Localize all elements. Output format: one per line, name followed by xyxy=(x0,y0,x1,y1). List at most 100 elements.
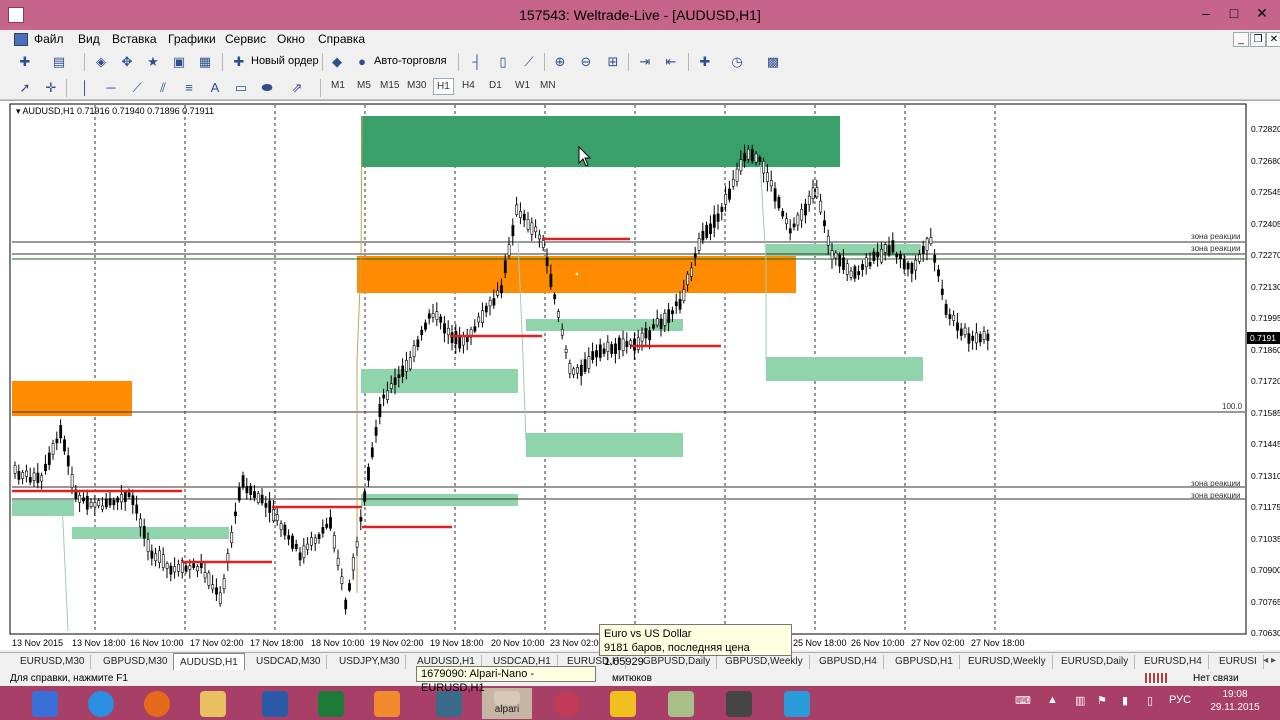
chart-tab[interactable]: AUDUSD,H1 xyxy=(173,653,245,670)
network-icon[interactable]: ▥ xyxy=(1075,694,1085,707)
keyboard-icon[interactable]: ⌨ xyxy=(1015,694,1031,707)
candle-body xyxy=(112,499,116,506)
zoom-out-icon[interactable]: ⊖ xyxy=(577,53,595,71)
taskbar-firefox[interactable] xyxy=(132,688,182,719)
trendline-icon[interactable]: ⟋ xyxy=(128,79,146,97)
timeframe-h1[interactable]: H1 xyxy=(433,78,454,95)
candle-body xyxy=(921,245,925,254)
auto-scroll-icon[interactable]: ⇤ xyxy=(662,53,680,71)
chart-tab[interactable]: GBPUSD,H1 xyxy=(889,655,960,669)
indicators-icon[interactable]: ✚ xyxy=(696,53,714,71)
tab-scroll-arrows-icon[interactable]: ◂ ▸ xyxy=(1263,655,1276,666)
menu-window[interactable]: Окно xyxy=(277,32,305,46)
timeframe-h4[interactable]: H4 xyxy=(462,80,475,91)
timeframe-d1[interactable]: D1 xyxy=(489,80,502,91)
mdi-close-button[interactable]: ✕ xyxy=(1266,32,1280,47)
timeframe-w1[interactable]: W1 xyxy=(515,80,530,91)
chart-tab[interactable]: USDCAD,M30 xyxy=(250,655,328,669)
close-button[interactable]: ✕ xyxy=(1248,2,1276,24)
menu-tools[interactable]: Сервис xyxy=(225,32,266,46)
mdi-restore-button[interactable]: ❐ xyxy=(1250,32,1266,47)
terminal-icon[interactable]: ▣ xyxy=(170,53,188,71)
chart-tab[interactable]: USDJPY,M30 xyxy=(333,655,407,669)
taskbar-app-pen[interactable] xyxy=(20,688,70,719)
taskbar-word[interactable] xyxy=(250,688,300,719)
label-icon[interactable]: ▭ xyxy=(232,79,250,97)
taskbar-app-camera[interactable] xyxy=(714,688,764,719)
clock[interactable]: 19:08 29.11.2015 xyxy=(1196,688,1274,714)
crosshair-icon[interactable]: ✛ xyxy=(42,79,60,97)
chart-window[interactable]: ▾ AUDUSD,H1 0.71916 0.71940 0.71896 0.71… xyxy=(0,100,1280,650)
taskbar-excel[interactable] xyxy=(306,688,356,719)
maximize-button[interactable]: □ xyxy=(1220,2,1248,24)
taskbar-app-notes[interactable] xyxy=(656,688,706,719)
taskbar-media[interactable] xyxy=(362,688,412,719)
minimize-button[interactable]: – xyxy=(1192,2,1220,24)
price-zone xyxy=(766,256,796,293)
candle-body xyxy=(781,210,785,217)
data-window-icon[interactable]: ✥ xyxy=(118,53,136,71)
fibonacci-icon[interactable]: ≡ xyxy=(180,79,198,97)
chart-window-icon[interactable] xyxy=(14,33,28,46)
chart-tab[interactable]: EURUSI xyxy=(1213,655,1264,669)
chart-tab[interactable]: EURUSD,Weekly xyxy=(962,655,1053,669)
tile-windows-icon[interactable]: ⊞ xyxy=(604,53,622,71)
text-icon[interactable]: A xyxy=(206,79,224,97)
strategy-tester-icon[interactable]: ▦ xyxy=(196,53,214,71)
arrows-icon[interactable]: ⇗ xyxy=(288,79,306,97)
line-chart-icon[interactable]: ⟋ xyxy=(520,53,538,71)
chart-tab[interactable]: GBPUSD,H4 xyxy=(813,655,884,669)
price-chart[interactable] xyxy=(0,101,1280,651)
candle-body xyxy=(386,390,389,400)
chart-tab[interactable]: GBPUSD,M30 xyxy=(97,655,175,669)
taskbar-explorer[interactable] xyxy=(188,688,238,719)
candlestick-icon[interactable]: ▯ xyxy=(494,53,512,71)
auto-trading-button[interactable]: Авто-торговля xyxy=(374,55,447,67)
taskbar-app-arrow[interactable] xyxy=(598,688,648,719)
chart-tab[interactable]: EURUSD,H4 xyxy=(1138,655,1209,669)
timeframe-mn[interactable]: MN xyxy=(540,80,556,91)
flag-icon[interactable]: ⚑ xyxy=(1097,694,1107,707)
channel-icon[interactable]: ⫽ xyxy=(154,79,172,97)
mdi-minimize-button[interactable]: _ xyxy=(1233,32,1249,47)
menu-insert[interactable]: Вставка xyxy=(112,32,157,46)
timeframe-m1[interactable]: M1 xyxy=(331,80,345,91)
bar-chart-icon[interactable]: ┤ xyxy=(468,53,486,71)
chart-tab[interactable]: EURUSD,Daily xyxy=(1055,655,1136,669)
taskbar-app-dots[interactable] xyxy=(542,688,592,719)
new-order-icon[interactable]: ✚ xyxy=(230,53,248,71)
auto-trading-icon[interactable]: ● xyxy=(353,53,371,71)
new-chart-icon[interactable]: ✚ xyxy=(16,53,34,71)
market-watch-icon[interactable]: ◈ xyxy=(92,53,110,71)
timeframe-m15[interactable]: M15 xyxy=(380,80,399,91)
vertical-line-icon[interactable]: │ xyxy=(76,79,94,97)
input-language[interactable]: РУС xyxy=(1169,694,1191,706)
chart-shift-icon[interactable]: ⇥ xyxy=(636,53,654,71)
timeframe-m30[interactable]: M30 xyxy=(407,80,426,91)
menu-file[interactable]: Файл xyxy=(34,32,64,46)
cursor-icon[interactable]: ➚ xyxy=(16,79,34,97)
profiles-icon[interactable]: ▤ xyxy=(50,53,68,71)
taskbar-alpari[interactable]: alpari xyxy=(482,688,532,719)
menu-help[interactable]: Справка xyxy=(318,32,365,46)
periods-icon[interactable]: ◷ xyxy=(728,53,746,71)
horizontal-line-icon[interactable]: ─ xyxy=(102,79,120,97)
navigator-icon[interactable]: ★ xyxy=(144,53,162,71)
shapes-icon[interactable]: ⬬ xyxy=(258,79,276,97)
candle-body xyxy=(215,587,218,595)
zoom-in-icon[interactable]: ⊕ xyxy=(551,53,569,71)
taskbar-app-remote[interactable] xyxy=(772,688,822,719)
taskbar-ie[interactable] xyxy=(76,688,126,719)
battery-icon[interactable]: ▯ xyxy=(1147,694,1153,707)
tray-expand-icon[interactable]: ▲ xyxy=(1047,694,1058,706)
menu-charts[interactable]: Графики xyxy=(168,32,216,46)
candle-body xyxy=(196,566,199,572)
new-order-button[interactable]: Новый ордер xyxy=(251,55,319,67)
templates-icon[interactable]: ▩ xyxy=(764,53,782,71)
candle-body xyxy=(173,566,177,573)
timeframe-m5[interactable]: M5 xyxy=(357,80,371,91)
menu-view[interactable]: Вид xyxy=(78,32,100,46)
signal-icon[interactable]: ▮ xyxy=(1122,694,1128,707)
chart-tab[interactable]: EURUSD,M30 xyxy=(14,655,92,669)
meta-editor-icon[interactable]: ◆ xyxy=(328,53,346,71)
